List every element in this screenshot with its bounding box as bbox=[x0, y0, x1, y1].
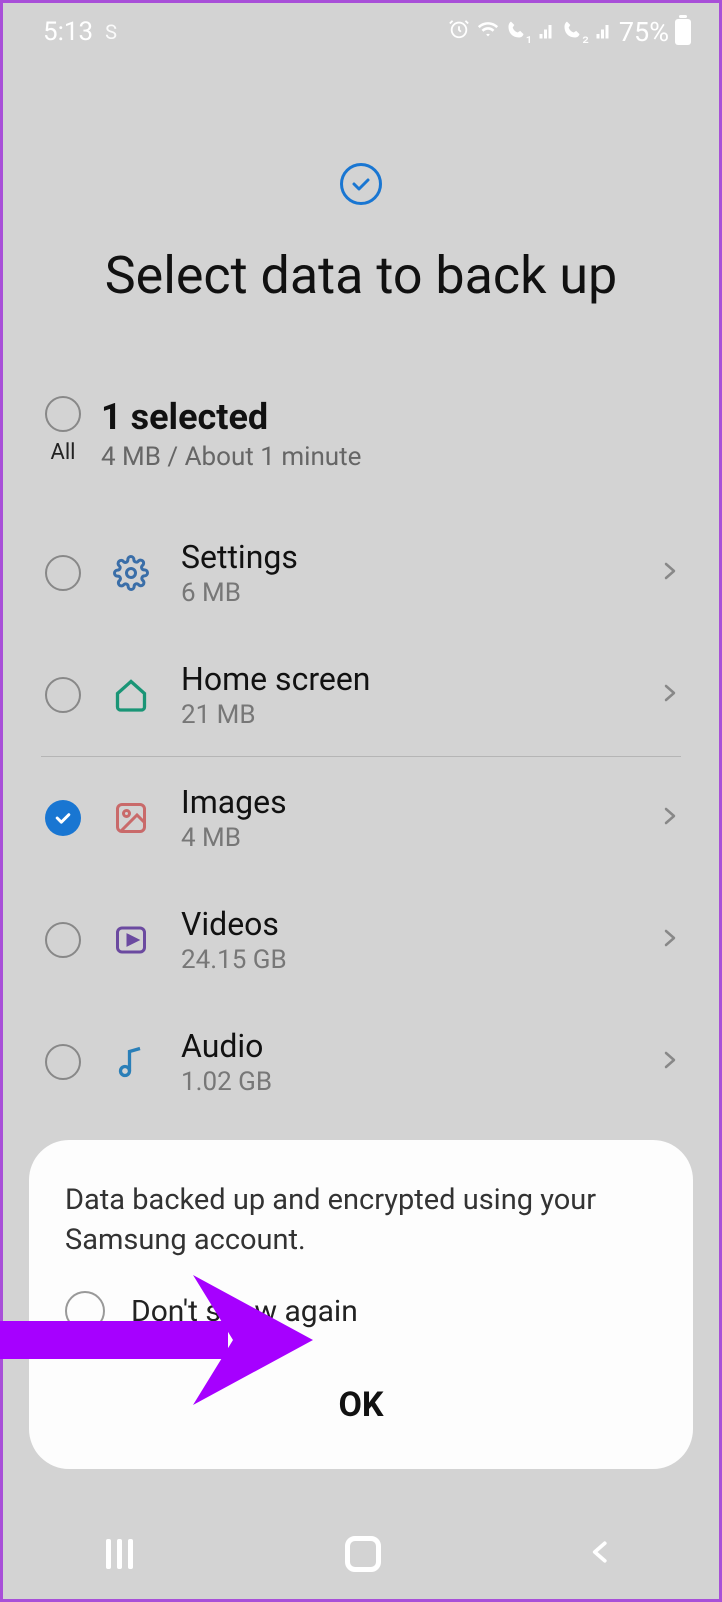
page-title: Select data to back up bbox=[3, 245, 719, 306]
item-size: 1.02 GB bbox=[181, 1067, 627, 1097]
selected-subtitle: 4 MB / About 1 minute bbox=[101, 442, 361, 472]
home-icon bbox=[111, 675, 151, 715]
selected-count: 1 selected bbox=[101, 396, 361, 438]
dont-show-again-row[interactable]: Don't show again bbox=[65, 1291, 657, 1331]
select-all-radio[interactable] bbox=[45, 396, 81, 432]
chevron-right-icon bbox=[657, 926, 681, 954]
item-radio[interactable] bbox=[45, 555, 81, 591]
nav-home-button[interactable] bbox=[345, 1536, 381, 1572]
ok-button[interactable]: OK bbox=[65, 1385, 657, 1425]
item-size: 4 MB bbox=[181, 823, 627, 853]
battery-percent: 75% bbox=[619, 16, 669, 48]
list-item[interactable]: Settings6 MB bbox=[3, 512, 719, 634]
list-item[interactable]: Home screen21 MB bbox=[3, 634, 719, 756]
status-time: 5:13 bbox=[43, 17, 93, 47]
item-radio[interactable] bbox=[45, 677, 81, 713]
header-check-icon bbox=[340, 163, 382, 205]
item-radio[interactable] bbox=[45, 800, 81, 836]
image-icon bbox=[111, 798, 151, 838]
item-radio[interactable] bbox=[45, 922, 81, 958]
dont-show-radio[interactable] bbox=[65, 1291, 105, 1331]
chevron-right-icon bbox=[657, 1048, 681, 1076]
item-radio[interactable] bbox=[45, 1044, 81, 1080]
backup-items-list: Settings6 MBHome screen21 MBImages4 MBVi… bbox=[3, 512, 719, 1123]
chevron-right-icon bbox=[657, 559, 681, 587]
item-title: Videos bbox=[181, 905, 627, 943]
selection-summary: All 1 selected 4 MB / About 1 minute bbox=[3, 306, 719, 472]
list-item[interactable]: Audio1.02 GB bbox=[3, 1001, 719, 1123]
status-carrier: S bbox=[105, 20, 117, 44]
navigation-bar bbox=[3, 1509, 719, 1599]
item-title: Settings bbox=[181, 538, 627, 576]
item-size: 24.15 GB bbox=[181, 945, 627, 975]
page-header: Select data to back up bbox=[3, 53, 719, 306]
item-title: Audio bbox=[181, 1027, 627, 1065]
item-size: 21 MB bbox=[181, 700, 627, 730]
list-item[interactable]: Images4 MB bbox=[3, 757, 719, 879]
nav-recent-button[interactable] bbox=[106, 1539, 140, 1569]
alarm-icon bbox=[448, 18, 470, 46]
video-icon bbox=[111, 920, 151, 960]
signal1-icon bbox=[538, 18, 556, 46]
select-all-label: All bbox=[50, 440, 75, 465]
popup-message: Data backed up and encrypted using your … bbox=[65, 1180, 657, 1261]
nav-back-button[interactable] bbox=[586, 1537, 616, 1571]
wifi-icon bbox=[476, 18, 500, 46]
call-sim2-icon: ₂ bbox=[562, 20, 589, 45]
audio-icon bbox=[111, 1042, 151, 1082]
gear-icon bbox=[111, 553, 151, 593]
battery-icon bbox=[675, 19, 691, 45]
item-size: 6 MB bbox=[181, 578, 627, 608]
status-bar: 5:13 S ₁ ₂ 75% bbox=[3, 3, 719, 53]
signal2-icon bbox=[595, 18, 613, 46]
dont-show-label: Don't show again bbox=[131, 1294, 358, 1329]
call-sim1-icon: ₁ bbox=[506, 20, 533, 45]
list-item[interactable]: Videos24.15 GB bbox=[3, 879, 719, 1001]
info-popup: Data backed up and encrypted using your … bbox=[29, 1140, 693, 1469]
item-title: Images bbox=[181, 783, 627, 821]
chevron-right-icon bbox=[657, 804, 681, 832]
chevron-right-icon bbox=[657, 681, 681, 709]
item-title: Home screen bbox=[181, 660, 627, 698]
